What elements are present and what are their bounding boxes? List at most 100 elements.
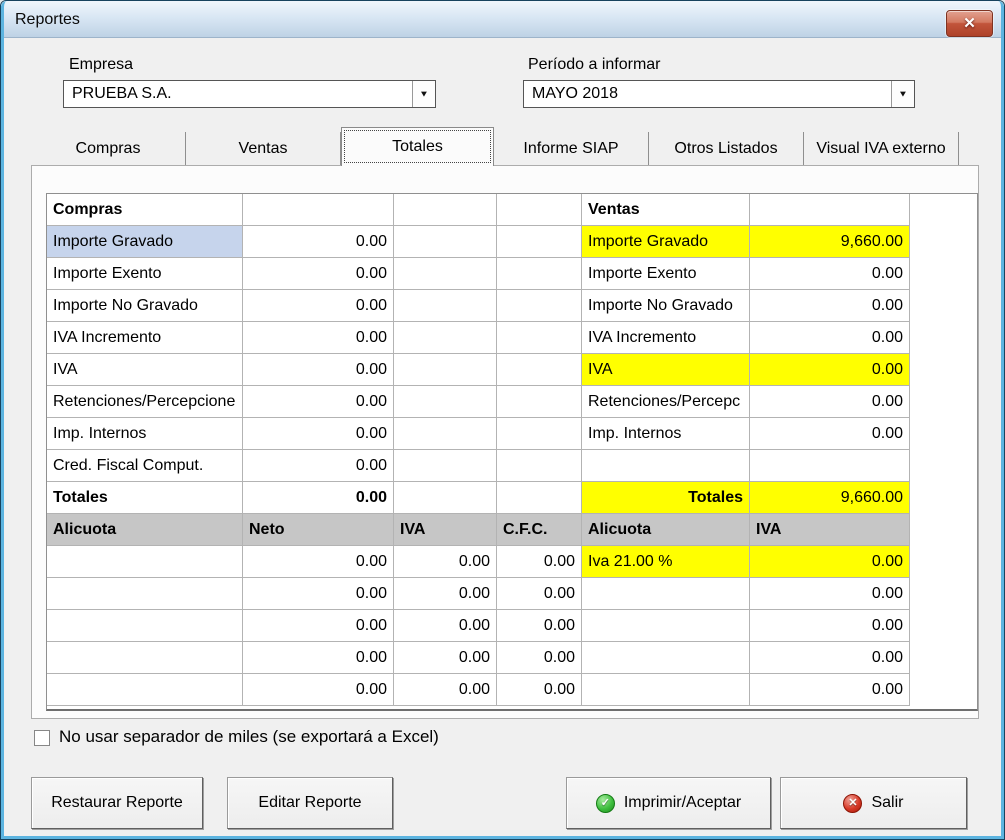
grid-cell[interactable]: 0.00: [497, 546, 582, 578]
grid-cell[interactable]: [582, 578, 750, 610]
grid-cell[interactable]: 0.00: [394, 610, 497, 642]
grid-cell[interactable]: IVA: [750, 514, 910, 546]
grid-cell[interactable]: [497, 226, 582, 258]
close-button[interactable]: ✕: [946, 10, 993, 37]
grid-cell[interactable]: Importe No Gravado: [582, 290, 750, 322]
grid-cell[interactable]: IVA: [394, 514, 497, 546]
empresa-select[interactable]: PRUEBA S.A. ▼: [63, 80, 436, 108]
grid-cell[interactable]: [394, 322, 497, 354]
grid-cell[interactable]: [497, 194, 582, 226]
grid-cell[interactable]: [497, 482, 582, 514]
grid-cell[interactable]: Totales: [47, 482, 243, 514]
grid-cell[interactable]: Importe Gravado: [47, 226, 243, 258]
grid-cell[interactable]: 0.00: [497, 578, 582, 610]
grid-cell[interactable]: [497, 290, 582, 322]
grid-cell[interactable]: Iva 21.00 %: [582, 546, 750, 578]
periodo-dropdown-button[interactable]: ▼: [891, 81, 914, 107]
grid-cell[interactable]: [582, 610, 750, 642]
grid-cell[interactable]: Cred. Fiscal Comput.: [47, 450, 243, 482]
grid-cell[interactable]: 9,660.00: [750, 226, 910, 258]
grid-cell[interactable]: IVA Incremento: [47, 322, 243, 354]
grid-cell[interactable]: 0.00: [243, 258, 394, 290]
grid-cell[interactable]: 0.00: [750, 322, 910, 354]
grid-cell[interactable]: 0.00: [243, 578, 394, 610]
no-thousands-separator-checkbox[interactable]: [34, 730, 50, 746]
grid-cell[interactable]: 0.00: [750, 610, 910, 642]
grid-cell[interactable]: [394, 290, 497, 322]
grid-cell[interactable]: [394, 418, 497, 450]
grid-cell[interactable]: 0.00: [243, 386, 394, 418]
grid-cell[interactable]: [394, 354, 497, 386]
grid-cell[interactable]: 0.00: [750, 290, 910, 322]
grid-cell[interactable]: IVA Incremento: [582, 322, 750, 354]
grid-cell[interactable]: [394, 450, 497, 482]
grid-cell[interactable]: [497, 450, 582, 482]
grid-cell[interactable]: [394, 258, 497, 290]
grid-cell[interactable]: 0.00: [243, 610, 394, 642]
grid-cell[interactable]: 0.00: [750, 386, 910, 418]
grid-cell[interactable]: IVA: [582, 354, 750, 386]
grid-cell[interactable]: [47, 546, 243, 578]
grid-cell[interactable]: [47, 610, 243, 642]
tab-visual-iva-externo[interactable]: Visual IVA externo: [804, 132, 959, 165]
grid-cell[interactable]: 0.00: [750, 642, 910, 674]
grid-cell[interactable]: [497, 386, 582, 418]
grid-cell[interactable]: Compras: [47, 194, 243, 226]
tab-informe-siap[interactable]: Informe SIAP: [494, 132, 649, 165]
grid-cell[interactable]: 0.00: [750, 578, 910, 610]
grid-cell[interactable]: Importe No Gravado: [47, 290, 243, 322]
grid-cell[interactable]: [47, 674, 243, 706]
grid-cell[interactable]: [582, 642, 750, 674]
grid-cell[interactable]: 0.00: [750, 674, 910, 706]
grid-cell[interactable]: 0.00: [394, 578, 497, 610]
grid-cell[interactable]: Importe Gravado: [582, 226, 750, 258]
grid-cell[interactable]: [497, 354, 582, 386]
tab-otros-listados[interactable]: Otros Listados: [649, 132, 804, 165]
grid-cell[interactable]: [394, 482, 497, 514]
grid-cell[interactable]: 0.00: [243, 290, 394, 322]
grid-cell[interactable]: 0.00: [243, 450, 394, 482]
grid-cell[interactable]: Importe Exento: [47, 258, 243, 290]
grid-cell[interactable]: 0.00: [497, 674, 582, 706]
tab-ventas[interactable]: Ventas: [186, 132, 341, 165]
grid-cell[interactable]: 0.00: [750, 546, 910, 578]
grid-cell[interactable]: [394, 226, 497, 258]
grid-cell[interactable]: 0.00: [497, 642, 582, 674]
grid-cell[interactable]: [394, 386, 497, 418]
grid-cell[interactable]: 0.00: [243, 642, 394, 674]
grid-cell[interactable]: [582, 450, 750, 482]
grid-cell[interactable]: [47, 642, 243, 674]
grid-cell[interactable]: [750, 450, 910, 482]
grid-cell[interactable]: Retenciones/Percepc: [582, 386, 750, 418]
grid-cell[interactable]: 0.00: [750, 418, 910, 450]
grid-cell[interactable]: [497, 418, 582, 450]
grid-cell[interactable]: Retenciones/Percepcione: [47, 386, 243, 418]
grid-cell[interactable]: 0.00: [243, 226, 394, 258]
grid-cell[interactable]: 0.00: [394, 642, 497, 674]
tab-totales[interactable]: Totales: [341, 127, 494, 166]
grid-cell[interactable]: [750, 194, 910, 226]
grid-cell[interactable]: 0.00: [394, 546, 497, 578]
grid-cell[interactable]: Imp. Internos: [47, 418, 243, 450]
grid-cell[interactable]: 0.00: [243, 546, 394, 578]
grid-cell[interactable]: C.F.C.: [497, 514, 582, 546]
salir-button[interactable]: ✕ Salir: [780, 777, 967, 829]
grid-cell[interactable]: 0.00: [497, 610, 582, 642]
grid-cell[interactable]: Imp. Internos: [582, 418, 750, 450]
empresa-dropdown-button[interactable]: ▼: [412, 81, 435, 107]
grid-cell[interactable]: 0.00: [243, 674, 394, 706]
grid-cell[interactable]: Alicuota: [582, 514, 750, 546]
imprimir-aceptar-button[interactable]: ✓ Imprimir/Aceptar: [566, 777, 771, 829]
grid-cell[interactable]: 0.00: [243, 418, 394, 450]
grid-cell[interactable]: [582, 674, 750, 706]
grid-cell[interactable]: 0.00: [243, 322, 394, 354]
grid-cell[interactable]: Importe Exento: [582, 258, 750, 290]
grid-cell[interactable]: [47, 578, 243, 610]
restaurar-reporte-button[interactable]: Restaurar Reporte: [31, 777, 203, 829]
grid-cell[interactable]: 0.00: [243, 482, 394, 514]
tab-compras[interactable]: Compras: [31, 132, 186, 165]
grid-cell[interactable]: 0.00: [750, 354, 910, 386]
grid-cell[interactable]: 0.00: [750, 258, 910, 290]
grid-cell[interactable]: Neto: [243, 514, 394, 546]
grid-cell[interactable]: Ventas: [582, 194, 750, 226]
